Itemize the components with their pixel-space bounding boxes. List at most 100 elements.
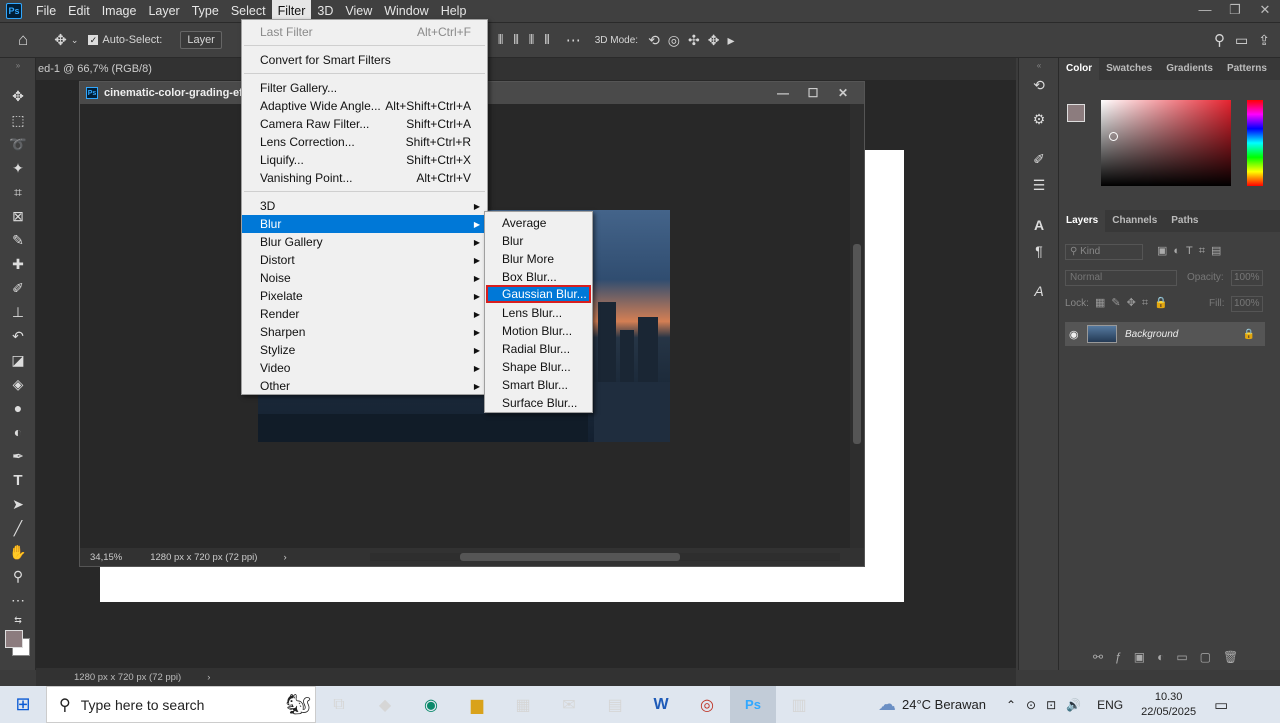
search-icon[interactable]: ⚲ <box>1214 31 1225 49</box>
restore-icon[interactable]: ❐ <box>1220 0 1250 22</box>
brush-tool-icon[interactable]: ✐ <box>0 276 36 300</box>
collapse-icon[interactable]: » <box>0 58 36 72</box>
chevron-right-icon[interactable]: › <box>283 552 286 563</box>
horizontal-scrollbar[interactable] <box>370 553 840 561</box>
word-icon[interactable]: W <box>638 686 684 723</box>
frame-tool-icon[interactable]: ⊠ <box>0 204 36 228</box>
eyedropper-icon[interactable]: ✎ <box>0 228 36 252</box>
hand-tool-icon[interactable]: ✋ <box>0 540 36 564</box>
minimize-icon[interactable]: — <box>1190 0 1220 22</box>
menu-item-distort[interactable]: Distort ▶ <box>242 251 487 269</box>
submenu-item-radial-blur[interactable]: Radial Blur... <box>485 340 592 358</box>
lock-icons[interactable]: ▦✎✥⌗🔒 <box>1095 296 1174 310</box>
adjustments-icon[interactable]: ☰ <box>1019 172 1059 198</box>
lasso-tool-icon[interactable]: ➰ <box>0 132 36 156</box>
history-brush-icon[interactable]: ↶ <box>0 324 36 348</box>
path-selection-icon[interactable]: ➤ <box>0 492 36 516</box>
magic-wand-icon[interactable]: ✦ <box>0 156 36 180</box>
submenu-item-box-blur[interactable]: Box Blur... <box>485 268 592 286</box>
menu-item-pixelate[interactable]: Pixelate ▶ <box>242 287 487 305</box>
more-icon[interactable]: ⋯ <box>566 31 581 49</box>
history-panel-icon[interactable]: ⟲ <box>1019 72 1059 98</box>
blend-mode-dropdown[interactable]: Normal <box>1065 270 1177 286</box>
edge-icon[interactable]: ◉ <box>408 686 454 723</box>
maximize-icon[interactable]: ☐ <box>798 82 828 104</box>
fill-input[interactable]: 100% <box>1231 296 1263 312</box>
align-icons[interactable]: ⫴⫴⫴⫴ <box>498 32 560 48</box>
mail-icon[interactable]: ✉ <box>546 686 592 723</box>
menu-item-sharpen[interactable]: Sharpen ▶ <box>242 323 487 341</box>
language-indicator[interactable]: ENG <box>1097 698 1123 712</box>
hue-slider[interactable] <box>1247 100 1263 186</box>
brush-settings-icon[interactable]: ✐ <box>1019 146 1059 172</box>
chevron-right-icon[interactable]: › <box>207 672 210 683</box>
paint-bucket-icon[interactable]: ◈ <box>0 372 36 396</box>
menu-item-lens-correction[interactable]: Lens Correction... Shift+Ctrl+R <box>242 133 487 151</box>
tab-patterns[interactable]: Patterns <box>1220 58 1274 80</box>
copilot-icon[interactable]: ◆ <box>362 686 408 723</box>
healing-brush-icon[interactable]: ✚ <box>0 252 36 276</box>
zoom-tool-icon[interactable]: ⚲ <box>0 564 36 588</box>
chrome-icon[interactable]: ◎ <box>684 686 730 723</box>
pen-tool-icon[interactable]: ✒ <box>0 444 36 468</box>
notification-icon[interactable]: ▭ <box>1214 696 1228 714</box>
file-explorer-icon[interactable]: ▆ <box>454 686 500 723</box>
chevron-down-icon[interactable]: ⌄ <box>71 35 79 46</box>
weather-text[interactable]: 24°C Berawan <box>902 697 986 712</box>
menu-item-render[interactable]: Render ▶ <box>242 305 487 323</box>
windows-start-icon[interactable]: ⊞ <box>0 686 46 723</box>
submenu-item-blur-more[interactable]: Blur More <box>485 250 592 268</box>
layers-footer-icons[interactable]: ⚯ƒ▣◐▭▢🗑 <box>1093 650 1250 664</box>
photoshop-taskbar-icon[interactable]: Ps <box>730 686 776 723</box>
submenu-item-gaussian-blur[interactable]: Gaussian Blur... <box>486 285 591 303</box>
layer-dropdown[interactable]: Layer <box>180 31 222 49</box>
stamp-tool-icon[interactable]: ⊥ <box>0 300 36 324</box>
audio-app-icon[interactable]: ▥ <box>776 686 822 723</box>
taskbar-search[interactable]: ⚲ Type here to search 🐿 <box>46 686 316 723</box>
tab-color[interactable]: Color <box>1059 58 1100 80</box>
tab-channels[interactable]: Channels <box>1105 210 1164 232</box>
menu-item-other[interactable]: Other ▶ <box>242 377 487 395</box>
menu-item-noise[interactable]: Noise ▶ <box>242 269 487 287</box>
vertical-scrollbar[interactable] <box>850 104 864 550</box>
line-tool-icon[interactable]: ╱ <box>0 516 36 540</box>
menu-item-last-filter[interactable]: Last Filter Alt+Ctrl+F <box>242 23 487 41</box>
notepad-icon[interactable]: ▤ <box>592 686 638 723</box>
share-icon[interactable]: ⇪ <box>1258 32 1270 49</box>
collapse-icon[interactable]: « <box>1019 58 1059 72</box>
glyphs-panel-icon[interactable]: A <box>1019 278 1059 304</box>
menu-item-liquify[interactable]: Liquify... Shift+Ctrl+X <box>242 151 487 169</box>
auto-select-checkbox[interactable]: ✓ Auto-Select: <box>88 34 162 46</box>
marquee-tool-icon[interactable]: ⬚ <box>0 108 36 132</box>
properties-panel-icon[interactable]: ⚙ <box>1019 106 1059 132</box>
menu-item-camera-raw[interactable]: Camera Raw Filter... Shift+Ctrl+A <box>242 115 487 133</box>
task-view-icon[interactable]: ⧉ <box>316 686 362 723</box>
menu-item-adaptive-wide-angle[interactable]: Adaptive Wide Angle... Alt+Shift+Ctrl+A <box>242 97 487 115</box>
minimize-icon[interactable]: — <box>768 82 798 104</box>
tab-paths[interactable]: Paths <box>1164 210 1205 232</box>
tab-swatches[interactable]: Swatches <box>1099 58 1159 80</box>
submenu-item-motion-blur[interactable]: Motion Blur... <box>485 322 592 340</box>
move-tool-icon[interactable]: ✥ <box>0 84 36 108</box>
menu-layer[interactable]: Layer <box>142 0 185 22</box>
character-panel-icon[interactable]: A <box>1019 212 1059 238</box>
workspace-icon[interactable]: ▭ <box>1235 32 1248 49</box>
menu-item-filter-gallery[interactable]: Filter Gallery... <box>242 79 487 97</box>
swap-colors-icon[interactable]: ⇆ <box>0 612 36 628</box>
zoom-level[interactable]: 34,15% <box>90 552 122 563</box>
submenu-item-blur[interactable]: Blur <box>485 232 592 250</box>
tab-gradients[interactable]: Gradients <box>1159 58 1220 80</box>
color-field[interactable] <box>1101 100 1231 186</box>
eraser-icon[interactable]: ◪ <box>0 348 36 372</box>
layer-row-background[interactable]: ◉ Background 🔒 <box>1065 322 1265 346</box>
more-tools-icon[interactable]: ⋯ <box>0 588 36 612</box>
menu-item-stylize[interactable]: Stylize ▶ <box>242 341 487 359</box>
submenu-item-lens-blur[interactable]: Lens Blur... <box>485 304 592 322</box>
submenu-item-smart-blur[interactable]: Smart Blur... <box>485 376 592 394</box>
document-tab[interactable]: ed-1 @ 66,7% (RGB/8) <box>36 58 1016 80</box>
clock[interactable]: 10.30 22/05/2025 <box>1141 690 1196 720</box>
submenu-item-average[interactable]: Average <box>485 214 592 232</box>
menu-item-convert-smart-filters[interactable]: Convert for Smart Filters <box>242 51 487 69</box>
layer-kind-filter[interactable]: ⚲ Kind <box>1065 244 1143 260</box>
submenu-item-shape-blur[interactable]: Shape Blur... <box>485 358 592 376</box>
